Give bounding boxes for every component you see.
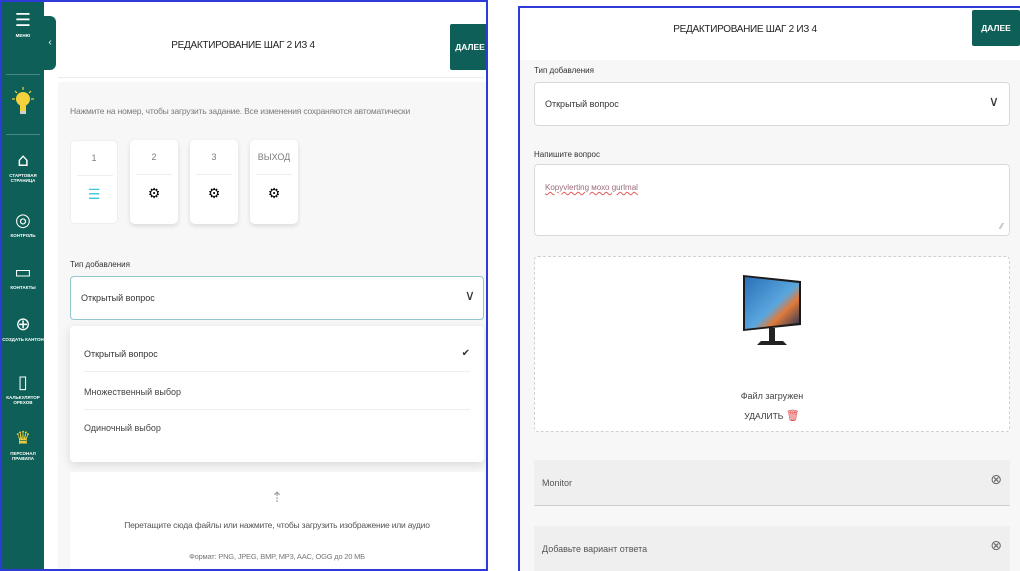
uploaded-file-box: Файл загружен УДАЛИТЬ 🗑 xyxy=(534,256,1010,432)
folder-icon: ▭ xyxy=(14,262,32,283)
step-3[interactable]: 3 ⚙ xyxy=(190,140,238,224)
type-select-value: Открытый вопрос xyxy=(545,99,619,109)
page-title: РЕДАКТИРОВАНИЕ ШАГ 2 ИЗ 4 xyxy=(673,24,817,35)
option-label: Множественный выбор xyxy=(84,387,182,397)
question-textarea[interactable]: Kopyvlerting мохо gurlmal ⁄⁄ xyxy=(534,164,1010,236)
hamburger-icon: ☰ xyxy=(14,10,32,31)
check-icon: ✔ xyxy=(461,348,470,359)
clear-icon[interactable]: ⊗ xyxy=(990,472,1002,488)
delete-file-button[interactable]: УДАЛИТЬ 🗑 xyxy=(535,409,1009,422)
screenshot-stage: ☰ МЕНЮ ⌂ СТАРТОВАЯ СТРАНИЦА ◎ КОНТРОЛЬ ▭… xyxy=(0,0,1020,571)
header: РЕДАКТИРОВАНИЕ ШАГ 2 ИЗ 4 ДАЛЕЕ xyxy=(520,8,1020,60)
gear-icon: ⚙ xyxy=(267,186,281,202)
upload-format: Формат: PNG, JPEG, BMP, MP3, AAC, OGG до… xyxy=(189,552,365,561)
upload-dropzone[interactable]: ⇡ Перетащите сюда файлы или нажмите, что… xyxy=(70,472,484,569)
step-number: 1 xyxy=(91,153,97,163)
upload-status: Файл загружен xyxy=(740,391,804,401)
type-select-value: Открытый вопрос xyxy=(81,293,155,303)
editor-body: Тип добавления Открытый вопрос ∨ Напишит… xyxy=(520,60,1020,571)
answer-option-field[interactable]: Monitor ⊗ xyxy=(534,460,1010,506)
sidebar-item-rules[interactable]: ♛ ПЕРСОНАЛ ПРАВИЛА xyxy=(2,428,44,462)
collapse-sidebar-button[interactable]: ‹ xyxy=(44,16,56,70)
home-icon: ⌂ xyxy=(17,150,29,171)
sidebar-item-control[interactable]: ◎ КОНТРОЛЬ xyxy=(2,210,44,239)
step-divider xyxy=(77,175,113,176)
chevron-left-icon: ‹ xyxy=(48,37,52,48)
list-icon: ☰ xyxy=(87,187,101,203)
trash-icon: 🗑 xyxy=(785,409,800,422)
step-divider xyxy=(196,174,232,175)
sidebar-item-label: ПЕРСОНАЛ ПРАВИЛА xyxy=(10,451,36,461)
type-dropdown-menu: Открытый вопрос ✔ Множественный выбор Од… xyxy=(70,326,484,462)
user-icon: ◎ xyxy=(15,210,31,231)
sidebar-item-label: КОНТРОЛЬ xyxy=(10,233,36,238)
type-label: Тип добавления xyxy=(70,260,130,269)
step-number: ВЫХОД xyxy=(257,152,291,162)
sidebar-item-label: КОНТАКТЫ xyxy=(10,285,36,290)
sidebar-item-home[interactable]: ⌂ СТАРТОВАЯ СТРАНИЦА xyxy=(2,150,44,184)
chevron-down-icon: ∨ xyxy=(464,287,475,303)
sidebar-item-create[interactable]: ⊕ СОЗДАТЬ КАНТОН xyxy=(2,314,44,343)
sidebar-item-label: СОЗДАТЬ КАНТОН xyxy=(2,337,44,342)
monitor-image xyxy=(743,275,801,345)
step-number: 3 xyxy=(211,152,217,162)
dropdown-option-single-choice[interactable]: Одиночный выбор xyxy=(84,410,470,446)
step-1[interactable]: 1 ☰ xyxy=(70,140,118,224)
delete-label: УДАЛИТЬ xyxy=(744,411,784,421)
sidebar-divider xyxy=(6,74,40,75)
option-label: Открытый вопрос xyxy=(84,349,158,359)
step-2[interactable]: 2 ⚙ xyxy=(130,140,178,224)
step-number: 2 xyxy=(151,152,157,162)
gear-icon: ⚙ xyxy=(147,186,161,202)
left-panel: ☰ МЕНЮ ⌂ СТАРТОВАЯ СТРАНИЦА ◎ КОНТРОЛЬ ▭… xyxy=(0,0,488,571)
phone-icon: ▯ xyxy=(18,372,28,393)
next-button[interactable]: ДАЛЕЕ xyxy=(972,10,1020,46)
hint-text: Нажмите на номер, чтобы загрузить задани… xyxy=(70,106,410,116)
menu-button[interactable]: ☰ МЕНЮ xyxy=(2,10,44,39)
step-exit[interactable]: ВЫХОД ⚙ xyxy=(250,140,298,224)
question-label: Напишите вопрос xyxy=(534,150,600,159)
step-divider xyxy=(136,174,172,175)
answer-option-value: Monitor xyxy=(542,478,573,488)
lightbulb-icon xyxy=(12,87,34,114)
answer-option-placeholder: Добавьте вариант ответа xyxy=(542,544,648,554)
logo xyxy=(2,86,44,123)
option-label: Одиночный выбор xyxy=(84,423,161,433)
resize-handle-icon[interactable]: ⁄⁄ xyxy=(1000,222,1003,231)
sidebar-item-label: СТАРТОВАЯ СТРАНИЦА xyxy=(9,173,37,183)
sidebar-item-contacts[interactable]: ▭ КОНТАКТЫ xyxy=(2,262,44,291)
add-answer-option-field[interactable]: Добавьте вариант ответа ⊗ xyxy=(534,526,1010,571)
header: РЕДАКТИРОВАНИЕ ШАГ 2 ИЗ 4 ДАЛЕЕ xyxy=(58,10,486,78)
plus-circle-icon: ⊕ xyxy=(15,314,31,335)
chevron-down-icon: ∨ xyxy=(988,93,999,109)
editor-body: Нажмите на номер, чтобы загрузить задани… xyxy=(58,82,486,569)
next-button[interactable]: ДАЛЕЕ xyxy=(450,24,486,70)
menu-label: МЕНЮ xyxy=(15,33,31,38)
right-panel: РЕДАКТИРОВАНИЕ ШАГ 2 ИЗ 4 ДАЛЕЕ Тип доба… xyxy=(518,6,1020,571)
type-select[interactable]: Открытый вопрос ∨ xyxy=(70,276,484,320)
sidebar-item-calculator[interactable]: ▯ КАЛЬКУЛЯТОР ОРЕХОВ xyxy=(2,372,44,406)
upload-icon: ⇡ xyxy=(271,490,283,506)
sidebar-divider xyxy=(6,134,40,135)
crown-icon: ♛ xyxy=(14,428,32,449)
sidebar-item-label: КАЛЬКУЛЯТОР ОРЕХОВ xyxy=(6,395,40,405)
dropdown-option-multiple-choice[interactable]: Множественный выбор xyxy=(84,374,470,410)
clear-icon[interactable]: ⊗ xyxy=(990,538,1002,554)
page-title: РЕДАКТИРОВАНИЕ ШАГ 2 ИЗ 4 xyxy=(171,40,315,51)
question-text: Kopyvlerting мохо gurlmal xyxy=(545,183,638,192)
type-label: Тип добавления xyxy=(534,66,594,75)
sidebar: ☰ МЕНЮ ⌂ СТАРТОВАЯ СТРАНИЦА ◎ КОНТРОЛЬ ▭… xyxy=(2,2,44,569)
upload-instruction: Перетащите сюда файлы или нажмите, чтобы… xyxy=(124,520,430,530)
dropdown-option-open-question[interactable]: Открытый вопрос ✔ xyxy=(84,336,470,372)
type-select[interactable]: Открытый вопрос ∨ xyxy=(534,82,1010,126)
step-divider xyxy=(256,174,292,175)
gear-icon: ⚙ xyxy=(207,186,221,202)
